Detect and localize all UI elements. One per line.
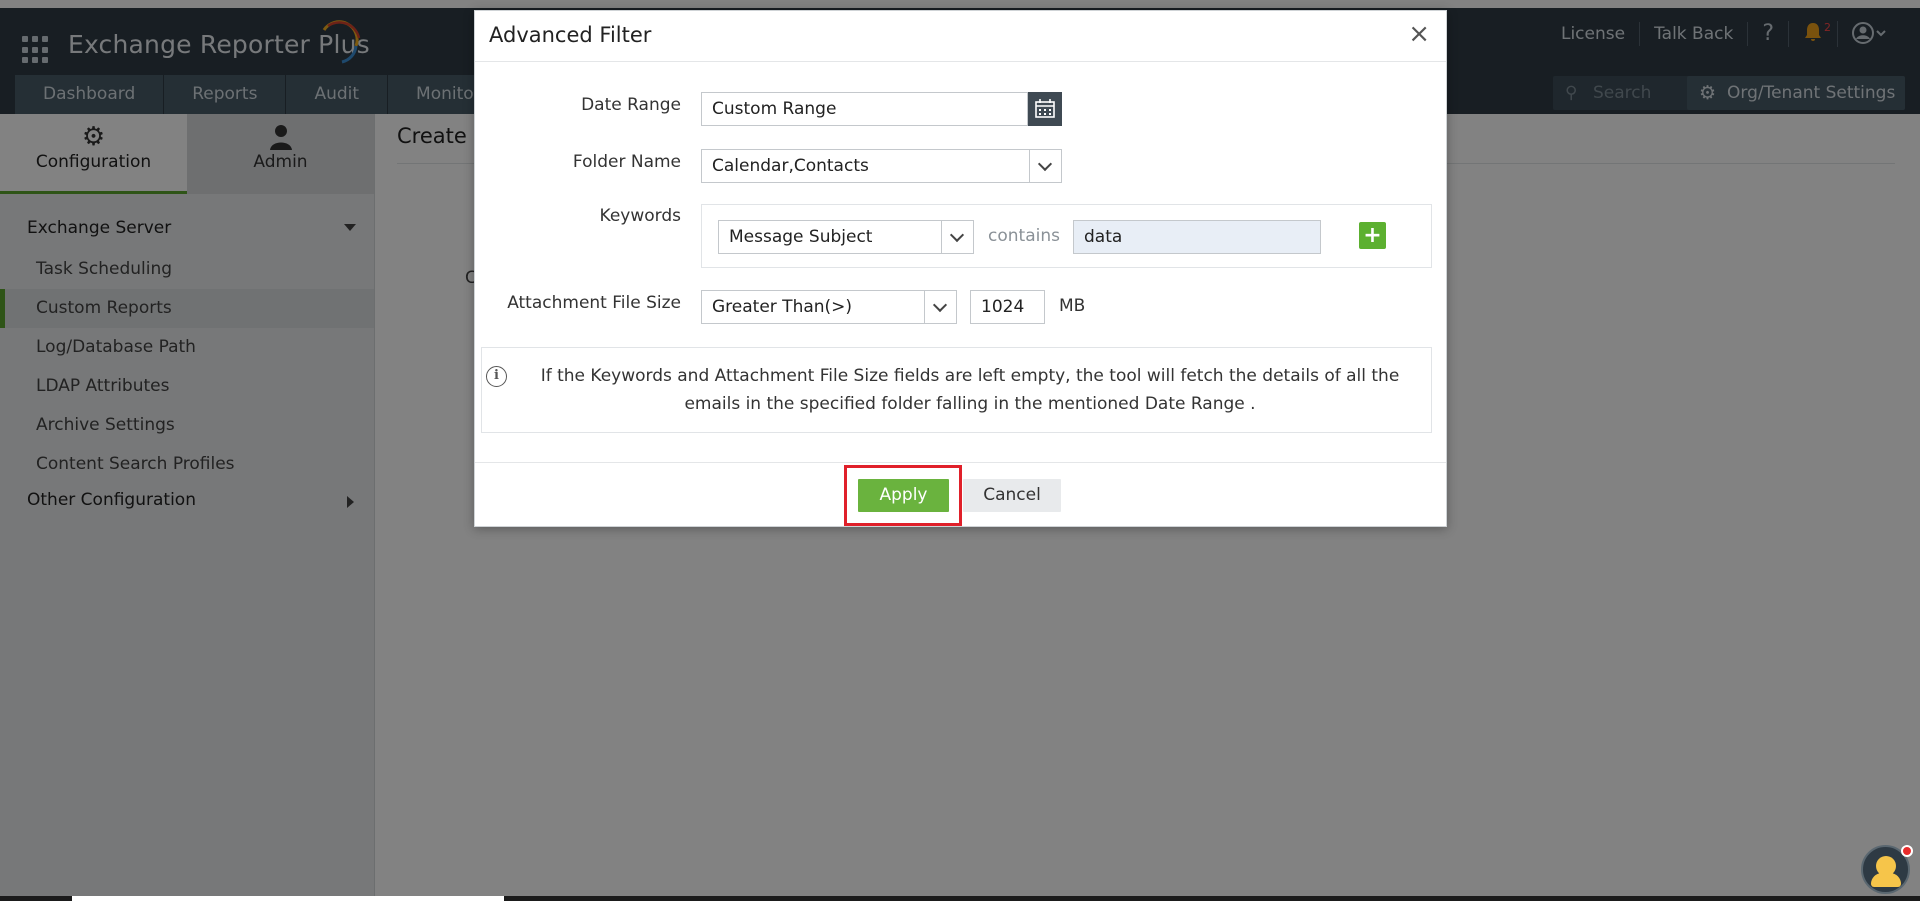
cancel-button[interactable]: Cancel (963, 479, 1061, 512)
chevron-down-icon[interactable] (1029, 150, 1061, 182)
folder-name-value: Calendar,Contacts (712, 156, 869, 176)
date-range-field[interactable]: Custom Range (701, 92, 1028, 126)
keywords-label: Keywords (599, 206, 681, 226)
info-icon: i (486, 366, 507, 387)
dialog-title: Advanced Filter (489, 23, 652, 47)
attachment-operator-value: Greater Than(>) (712, 297, 853, 317)
dialog-header-divider (475, 61, 1446, 62)
folder-name-select[interactable]: Calendar,Contacts (701, 149, 1062, 183)
taskbar-strip (0, 896, 1920, 901)
folder-name-label: Folder Name (572, 152, 681, 172)
chat-agent-body (1871, 873, 1901, 887)
apply-button[interactable]: Apply (858, 479, 949, 512)
chevron-down-icon[interactable] (941, 221, 973, 253)
add-keyword-button[interactable]: + (1359, 222, 1386, 249)
chat-support-button[interactable] (1861, 845, 1913, 894)
attachment-size-input[interactable]: 1024 (970, 290, 1045, 324)
keyword-operator-label: contains (988, 226, 1060, 246)
keyword-value-input[interactable]: data (1073, 220, 1321, 254)
calendar-icon[interactable] (1028, 92, 1062, 126)
advanced-filter-dialog: Advanced Filter × Date Range Custom Rang… (474, 10, 1447, 527)
chevron-down-icon[interactable] (924, 291, 956, 323)
attachment-unit-label: MB (1059, 296, 1086, 316)
calendar-glyph-icon (1035, 99, 1055, 118)
attachment-size-label: Attachment File Size (507, 293, 681, 313)
chat-notification-dot (1901, 845, 1913, 857)
close-icon[interactable]: × (1408, 21, 1430, 47)
keyword-field-select[interactable]: Message Subject (718, 220, 974, 254)
keywords-rule-box: Message Subject contains data + (701, 204, 1432, 268)
info-text: If the Keywords and Attachment File Size… (540, 366, 1400, 414)
attachment-operator-select[interactable]: Greater Than(>) (701, 290, 957, 324)
info-note: i If the Keywords and Attachment File Si… (481, 347, 1432, 433)
keyword-field-value: Message Subject (729, 227, 873, 247)
dialog-footer-divider (475, 462, 1446, 463)
date-range-label: Date Range (581, 95, 681, 115)
